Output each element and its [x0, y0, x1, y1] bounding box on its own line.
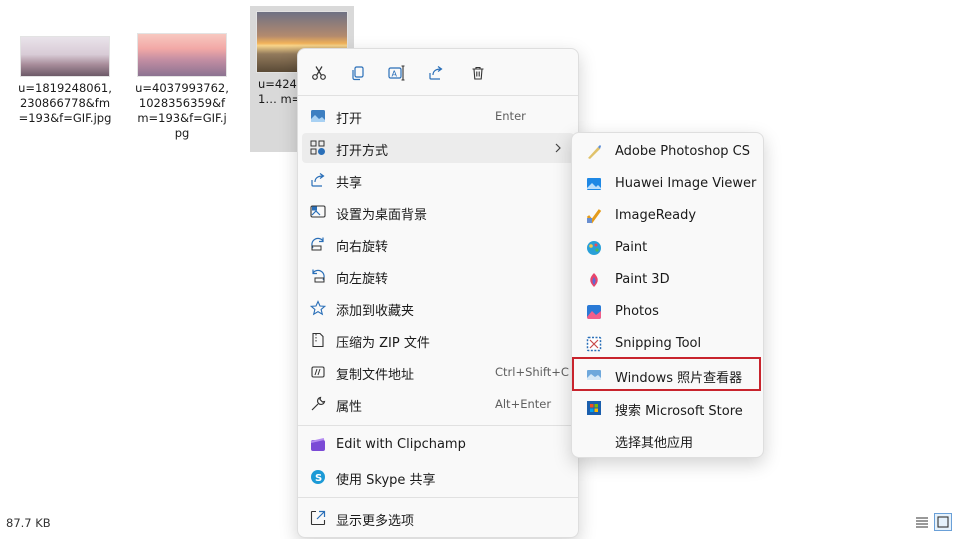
open-with-submenu: Adobe Photoshop CS Huawei Image Viewer I…	[571, 132, 764, 458]
share-icon	[310, 172, 326, 188]
menu-item-clipchamp[interactable]: Edit with Clipchamp	[302, 430, 574, 460]
windows-photo-viewer-icon	[587, 370, 601, 380]
image-thumbnail	[137, 33, 227, 77]
submenu-item-label: Windows 照片查看器	[615, 371, 743, 386]
menu-item-label: 打开	[336, 112, 363, 127]
menu-item-label: 属性	[336, 400, 363, 415]
paint-icon	[587, 241, 601, 255]
submenu-item-label: Paint	[615, 240, 648, 255]
file-item[interactable]: u=4037993762,1028356359&fm=193&f=GIF.jpg	[134, 33, 230, 141]
microsoft-store-icon	[587, 401, 601, 415]
copy-path-icon	[310, 364, 326, 380]
menu-item-label: 共享	[336, 176, 363, 191]
imageready-icon	[586, 209, 602, 224]
svg-text:S: S	[315, 473, 322, 484]
shortcut-text: Alt+Enter	[495, 397, 552, 411]
submenu-item-photos[interactable]: Photos	[576, 297, 759, 327]
submenu-item-snipping-tool[interactable]: Snipping Tool	[576, 329, 759, 359]
menu-item-label: 压缩为 ZIP 文件	[336, 336, 430, 351]
cut-icon[interactable]	[309, 63, 329, 83]
menu-item-rotate-right[interactable]: 向右旋转	[302, 229, 574, 259]
shortcut-text: Ctrl+Shift+C	[495, 365, 569, 379]
submenu-item-microsoft-store[interactable]: 搜索 Microsoft Store	[576, 393, 759, 423]
delete-icon[interactable]	[468, 63, 488, 83]
rotate-right-icon	[310, 236, 326, 252]
details-view-icon	[916, 517, 928, 528]
menu-item-copy-path[interactable]: 复制文件地址 Ctrl+Shift+C	[302, 357, 574, 387]
rotate-left-icon	[310, 268, 326, 284]
menu-item-label: 向右旋转	[336, 240, 389, 255]
submenu-item-choose-other-app[interactable]: 选择其他应用	[576, 425, 759, 455]
submenu-item-paint3d[interactable]: Paint 3D	[576, 265, 759, 295]
snipping-tool-icon	[586, 336, 602, 352]
menu-item-label: 添加到收藏夹	[336, 304, 415, 319]
skype-icon: S	[310, 469, 326, 485]
submenu-item-windows-photo-viewer[interactable]: Windows 照片查看器	[572, 357, 761, 391]
menu-item-open-with[interactable]: 打开方式	[302, 133, 574, 163]
menu-item-label: 使用 Skype 共享	[336, 473, 436, 488]
copy-icon[interactable]	[348, 63, 368, 83]
context-menu-toolbar: A	[298, 49, 578, 95]
image-thumbnail	[20, 36, 110, 77]
menu-item-share[interactable]: 共享	[302, 165, 574, 195]
menu-item-rotate-left[interactable]: 向左旋转	[302, 261, 574, 291]
menu-item-set-background[interactable]: 设置为桌面背景	[302, 197, 574, 227]
menu-separator	[298, 497, 578, 498]
menu-item-label: 复制文件地址	[336, 368, 415, 383]
menu-item-label: 设置为桌面背景	[336, 208, 428, 223]
clipchamp-icon	[310, 437, 326, 453]
rename-icon[interactable]: A	[387, 63, 407, 83]
menu-separator	[298, 95, 578, 96]
menu-item-open[interactable]: 打开 Enter	[302, 101, 574, 131]
menu-item-properties[interactable]: 属性 Alt+Enter	[302, 389, 574, 419]
menu-item-label: Edit with Clipchamp	[336, 437, 466, 452]
submenu-item-label: Huawei Image Viewer	[615, 176, 757, 191]
submenu-item-label: 搜索 Microsoft Store	[615, 404, 743, 419]
photos-icon	[587, 305, 601, 319]
menu-item-more-options[interactable]: 显示更多选项	[302, 503, 574, 533]
large-icons-view-icon	[937, 516, 949, 528]
file-name: u=1819248061,230866778&fm=193&f=GIF.jpg	[18, 81, 112, 125]
menu-item-skype-share[interactable]: S 使用 Skype 共享	[302, 462, 574, 492]
menu-item-zip[interactable]: 压缩为 ZIP 文件	[302, 325, 574, 355]
more-options-icon	[310, 510, 326, 526]
submenu-item-label: ImageReady	[615, 208, 697, 223]
menu-item-label: 向左旋转	[336, 272, 389, 287]
share-icon[interactable]	[426, 63, 446, 83]
chevron-right-icon	[554, 142, 562, 158]
huawei-image-viewer-icon	[587, 178, 601, 190]
submenu-item-huawei-image-viewer[interactable]: Huawei Image Viewer	[576, 169, 759, 199]
submenu-item-photoshop[interactable]: Adobe Photoshop CS	[576, 137, 759, 167]
status-size: 87.7 KB	[6, 516, 51, 530]
submenu-item-label: 选择其他应用	[615, 436, 694, 451]
open-with-icon	[310, 140, 326, 156]
large-icons-view-button[interactable]	[934, 513, 952, 531]
submenu-item-label: Adobe Photoshop CS	[615, 144, 751, 159]
shortcut-text: Enter	[495, 109, 526, 123]
menu-separator	[298, 425, 578, 426]
context-menu: A 打开 Enter 打开方式 共享 设置为桌面背景 向右旋转 向左旋转 添加到…	[297, 48, 579, 538]
submenu-item-label: Snipping Tool	[615, 336, 702, 351]
submenu-item-label: Paint 3D	[615, 272, 670, 287]
submenu-item-imageready[interactable]: ImageReady	[576, 201, 759, 231]
svg-text:A: A	[392, 70, 398, 79]
menu-item-label: 打开方式	[336, 144, 389, 159]
menu-item-label: 显示更多选项	[336, 514, 415, 529]
image-icon	[310, 108, 326, 124]
star-icon	[310, 300, 326, 316]
desktop-background-icon	[310, 204, 326, 220]
menu-item-add-favorites[interactable]: 添加到收藏夹	[302, 293, 574, 323]
paint3d-icon	[590, 273, 598, 287]
submenu-item-label: Photos	[615, 304, 659, 319]
zip-icon	[310, 332, 326, 348]
submenu-item-paint[interactable]: Paint	[576, 233, 759, 263]
file-item[interactable]: u=1819248061,230866778&fm=193&f=GIF.jpg	[17, 36, 113, 126]
wrench-icon	[310, 396, 326, 412]
photoshop-icon	[588, 145, 601, 159]
file-name: u=4037993762,1028356359&fm=193&f=GIF.jpg	[135, 81, 229, 140]
details-view-button[interactable]	[913, 513, 931, 531]
